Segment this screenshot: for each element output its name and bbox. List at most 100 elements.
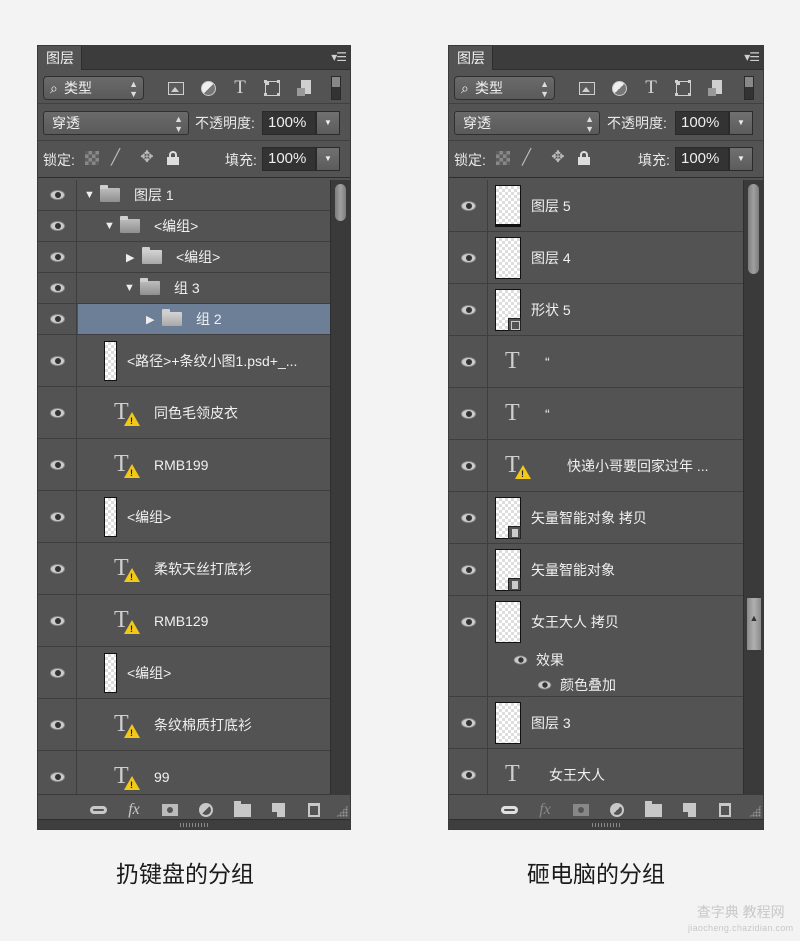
add-mask-icon[interactable] bbox=[563, 800, 599, 820]
filter-kind-select[interactable]: ⌕ 类型 ▲ ▼ bbox=[43, 76, 144, 100]
lock-position-move-icon[interactable]: ✥ bbox=[139, 150, 155, 166]
scrollbar-thumb[interactable] bbox=[335, 184, 346, 221]
expand-toggle-icon[interactable]: ▶ bbox=[126, 251, 136, 264]
opacity-input[interactable]: 100% bbox=[675, 111, 729, 135]
new-group-icon[interactable] bbox=[635, 800, 671, 820]
panel-menu-icon[interactable]: ▾☰ bbox=[331, 50, 347, 64]
expand-toggle-icon[interactable]: ▼ bbox=[124, 282, 135, 294]
expand-toggle-icon[interactable]: ▶ bbox=[146, 313, 156, 326]
smart-object-filter-icon[interactable] bbox=[288, 78, 320, 98]
visibility-toggle[interactable] bbox=[449, 232, 488, 283]
layer-row[interactable]: T! 99 bbox=[38, 751, 350, 796]
visibility-toggle[interactable] bbox=[38, 335, 77, 386]
panel-menu-icon[interactable]: ▾☰ bbox=[744, 50, 760, 64]
type-filter-icon[interactable]: T bbox=[635, 77, 667, 98]
layer-row[interactable]: T! 快递小哥要回家过年 ... bbox=[449, 440, 763, 492]
expand-toggle-icon[interactable]: ▼ bbox=[104, 220, 115, 232]
visibility-toggle[interactable] bbox=[38, 304, 77, 334]
expand-toggle-icon[interactable]: ▼ bbox=[84, 189, 95, 201]
layer-row[interactable]: ▼ 图层 1 bbox=[38, 180, 350, 211]
smart-object-filter-icon[interactable] bbox=[699, 78, 731, 98]
adjustment-filter-icon[interactable] bbox=[603, 78, 635, 98]
tab-layers[interactable]: 图层 bbox=[38, 46, 82, 70]
opacity-dropdown-button[interactable]: ▼ bbox=[729, 111, 753, 135]
panel-grab-strip[interactable] bbox=[449, 819, 763, 829]
layer-row[interactable]: T! RMB199 bbox=[38, 439, 350, 491]
lock-transparency-icon[interactable] bbox=[496, 151, 510, 165]
blend-mode-select[interactable]: 穿透 ▲ ▼ bbox=[43, 111, 189, 135]
panel-grab-strip[interactable] bbox=[38, 819, 350, 829]
visibility-toggle[interactable] bbox=[38, 387, 77, 438]
opacity-dropdown-button[interactable]: ▼ bbox=[316, 111, 340, 135]
layer-row[interactable]: <编组> bbox=[38, 647, 350, 699]
layer-row-with-effects[interactable]: 女王大人 拷贝 fx 效果 颜色叠加 bbox=[449, 596, 763, 697]
lock-all-icon[interactable] bbox=[167, 151, 179, 165]
layer-row[interactable]: T 女王大人 bbox=[449, 749, 763, 796]
add-mask-icon[interactable] bbox=[152, 800, 188, 820]
fill-dropdown-button[interactable]: ▼ bbox=[729, 147, 753, 171]
layer-row[interactable]: T! 柔软天丝打底衫 bbox=[38, 543, 350, 595]
lock-all-icon[interactable] bbox=[578, 151, 590, 165]
layer-row[interactable]: 矢量智能对象 bbox=[449, 544, 763, 596]
visibility-toggle[interactable] bbox=[449, 544, 488, 595]
fill-input[interactable]: 100% bbox=[262, 147, 316, 171]
adjustment-layer-icon[interactable] bbox=[188, 800, 224, 820]
new-layer-icon[interactable] bbox=[671, 800, 707, 820]
fx-icon[interactable]: fx bbox=[527, 800, 563, 820]
layer-row[interactable]: 图层 5 bbox=[449, 180, 763, 232]
link-layers-icon[interactable] bbox=[80, 800, 116, 820]
visibility-toggle[interactable] bbox=[449, 336, 488, 387]
layer-row[interactable]: T! 条纹棉质打底衫 bbox=[38, 699, 350, 751]
visibility-toggle[interactable] bbox=[449, 492, 488, 543]
layer-row[interactable]: 矢量智能对象 拷贝 bbox=[449, 492, 763, 544]
layer-row[interactable]: <路径>+条纹小图1.psd+_... bbox=[38, 335, 350, 387]
fill-dropdown-button[interactable]: ▼ bbox=[316, 147, 340, 171]
fx-icon[interactable]: fx bbox=[116, 800, 152, 820]
layer-row[interactable]: 图层 4 bbox=[449, 232, 763, 284]
visibility-toggle[interactable] bbox=[449, 596, 488, 648]
visibility-toggle[interactable] bbox=[38, 699, 77, 750]
visibility-toggle[interactable] bbox=[38, 595, 77, 646]
lock-transparency-icon[interactable] bbox=[85, 151, 99, 165]
effects-header[interactable]: 效果 bbox=[513, 650, 564, 670]
fill-input[interactable]: 100% bbox=[675, 147, 729, 171]
visibility-toggle[interactable] bbox=[38, 439, 77, 490]
visibility-toggle[interactable] bbox=[38, 211, 77, 241]
layer-row[interactable]: ▼ 组 3 bbox=[38, 273, 350, 304]
filter-toggle-switch[interactable] bbox=[744, 76, 754, 100]
visibility-toggle[interactable] bbox=[38, 180, 77, 210]
layer-row[interactable]: T! 同色毛领皮衣 bbox=[38, 387, 350, 439]
visibility-toggle[interactable] bbox=[38, 491, 77, 542]
lock-pixels-brush-icon[interactable]: ╱ bbox=[111, 150, 127, 166]
new-group-icon[interactable] bbox=[224, 800, 260, 820]
lock-pixels-brush-icon[interactable]: ╱ bbox=[522, 150, 538, 166]
layer-row[interactable]: T “ bbox=[449, 388, 763, 440]
layer-list-scrollbar[interactable]: ▲ bbox=[743, 180, 763, 796]
image-filter-icon[interactable] bbox=[160, 78, 192, 98]
delete-icon[interactable] bbox=[707, 800, 743, 820]
visibility-toggle[interactable] bbox=[449, 284, 488, 335]
visibility-toggle[interactable] bbox=[38, 273, 77, 303]
layer-row-selected[interactable]: ▶ 组 2 bbox=[38, 304, 350, 335]
delete-icon[interactable] bbox=[296, 800, 332, 820]
filter-kind-select[interactable]: ⌕ 类型 ▲ ▼ bbox=[454, 76, 555, 100]
visibility-toggle[interactable] bbox=[449, 180, 488, 231]
resize-grip-icon[interactable] bbox=[336, 805, 348, 817]
visibility-toggle[interactable] bbox=[449, 697, 488, 748]
visibility-toggle[interactable] bbox=[38, 242, 77, 272]
lock-position-move-icon[interactable]: ✥ bbox=[550, 150, 566, 166]
filter-toggle-switch[interactable] bbox=[331, 76, 341, 100]
layer-list-scrollbar[interactable] bbox=[330, 180, 350, 796]
image-filter-icon[interactable] bbox=[571, 78, 603, 98]
layer-row[interactable]: <编组> bbox=[38, 491, 350, 543]
layer-row[interactable]: 形状 5 bbox=[449, 284, 763, 336]
layer-row[interactable]: 图层 3 bbox=[449, 697, 763, 749]
shape-filter-icon[interactable] bbox=[667, 78, 699, 98]
opacity-input[interactable]: 100% bbox=[262, 111, 316, 135]
blend-mode-select[interactable]: 穿透 ▲ ▼ bbox=[454, 111, 600, 135]
visibility-toggle[interactable] bbox=[449, 388, 488, 439]
tab-layers[interactable]: 图层 bbox=[449, 46, 493, 70]
type-filter-icon[interactable]: T bbox=[224, 77, 256, 98]
shape-filter-icon[interactable] bbox=[256, 78, 288, 98]
adjustment-filter-icon[interactable] bbox=[192, 78, 224, 98]
